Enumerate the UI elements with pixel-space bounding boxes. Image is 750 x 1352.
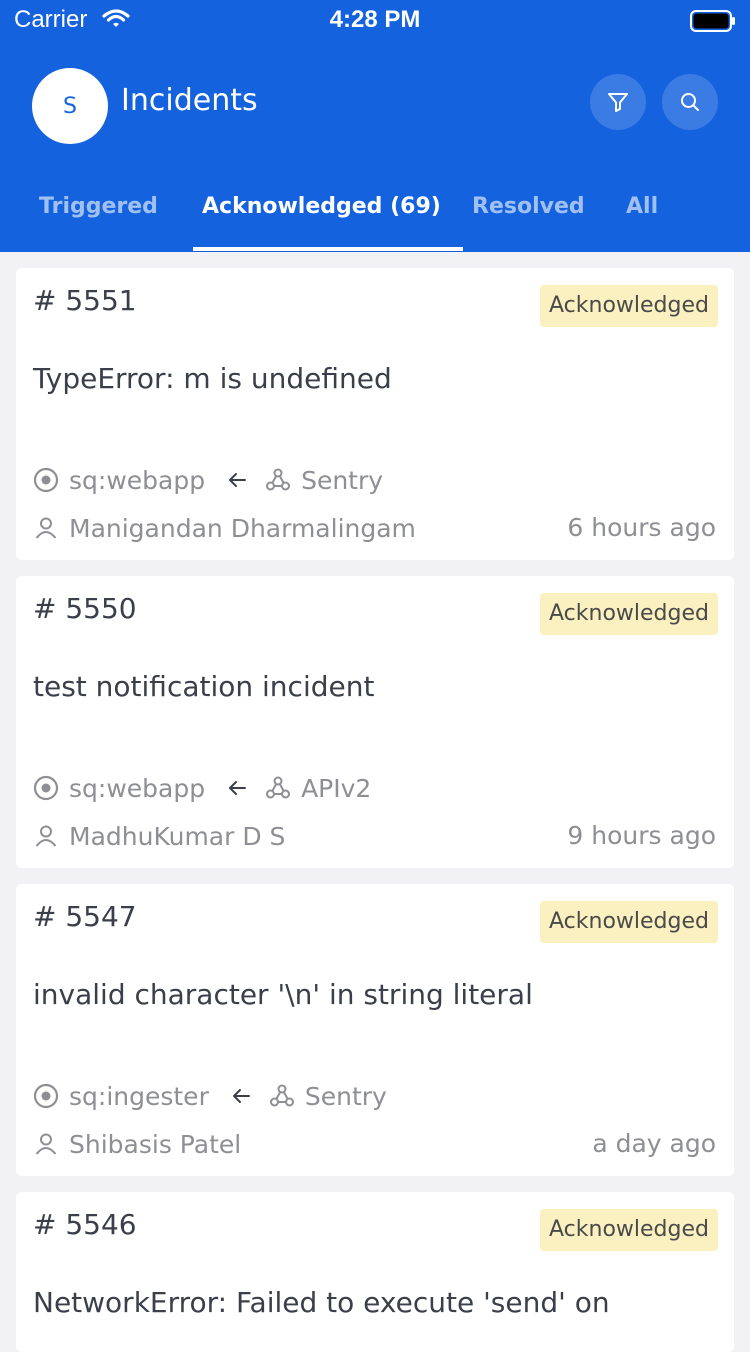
status-time: 4:28 PM bbox=[329, 6, 421, 33]
status-badge: Acknowledged bbox=[540, 593, 718, 635]
service-name: sq:ingester bbox=[69, 1081, 209, 1111]
tab-acknowledged[interactable]: Acknowledged (69) bbox=[202, 194, 441, 219]
arrow-left-icon bbox=[227, 472, 247, 488]
avatar-initial: S bbox=[63, 93, 77, 119]
user-icon bbox=[33, 823, 59, 849]
search-icon bbox=[678, 90, 702, 114]
assignee-name: MadhuKumar D S bbox=[69, 821, 286, 851]
incident-card[interactable]: # 5551 Acknowledged TypeError: m is unde… bbox=[16, 268, 734, 560]
status-badge: Acknowledged bbox=[540, 1209, 718, 1251]
arrow-left-icon bbox=[231, 1088, 251, 1104]
incident-time: 6 hours ago bbox=[567, 513, 716, 542]
incident-title: NetworkError: Failed to execute 'send' o… bbox=[33, 1286, 610, 1319]
incident-assignee: Shibasis Patel bbox=[33, 1126, 241, 1162]
tab-bar: Triggered Acknowledged (69) Resolved All bbox=[0, 188, 750, 252]
integration-icon bbox=[269, 1083, 295, 1109]
incident-source: sq:webapp Sentry bbox=[33, 462, 383, 498]
page-title: Incidents bbox=[121, 83, 258, 118]
search-button[interactable] bbox=[662, 74, 718, 130]
service-name: sq:webapp bbox=[69, 773, 206, 803]
incident-title: test notification incident bbox=[33, 670, 375, 703]
incident-number: # 5551 bbox=[33, 284, 137, 317]
integration-icon bbox=[265, 467, 291, 493]
assignee-name: Manigandan Dharmalingam bbox=[69, 513, 416, 543]
status-badge: Acknowledged bbox=[540, 901, 718, 943]
integration-icon bbox=[265, 775, 291, 801]
service-icon bbox=[33, 467, 59, 493]
incident-number: # 5550 bbox=[33, 592, 137, 625]
incident-assignee: MadhuKumar D S bbox=[33, 818, 285, 854]
filter-button[interactable] bbox=[590, 74, 646, 130]
incident-source: sq:ingester Sentry bbox=[33, 1078, 387, 1114]
incident-number: # 5547 bbox=[33, 900, 137, 933]
user-icon bbox=[33, 1131, 59, 1157]
incident-assignee: Manigandan Dharmalingam bbox=[33, 510, 416, 546]
incident-card[interactable]: # 5546 Acknowledged NetworkError: Failed… bbox=[16, 1192, 734, 1352]
service-name: sq:webapp bbox=[69, 465, 206, 495]
incident-title: TypeError: m is undefined bbox=[33, 362, 392, 395]
incident-number: # 5546 bbox=[33, 1208, 137, 1241]
incident-card[interactable]: # 5550 Acknowledged test notification in… bbox=[16, 576, 734, 868]
status-badge: Acknowledged bbox=[540, 285, 718, 327]
incident-source: sq:webapp APIv2 bbox=[33, 770, 371, 806]
service-icon bbox=[33, 1083, 59, 1109]
avatar[interactable]: S bbox=[32, 68, 108, 144]
tab-triggered[interactable]: Triggered bbox=[39, 194, 158, 219]
status-bar: Carrier 4:28 PM bbox=[0, 0, 750, 40]
active-tab-indicator bbox=[193, 247, 463, 251]
incident-time: 9 hours ago bbox=[567, 821, 716, 850]
app-header: Carrier 4:28 PM S Incidents Triggered Ac… bbox=[0, 0, 750, 252]
tab-all[interactable]: All bbox=[626, 194, 658, 219]
incident-title: invalid character '\n' in string literal bbox=[33, 978, 533, 1011]
integration-name: Sentry bbox=[304, 1081, 387, 1111]
assignee-name: Shibasis Patel bbox=[69, 1129, 242, 1159]
incident-time: a day ago bbox=[592, 1129, 716, 1158]
service-icon bbox=[33, 775, 59, 801]
user-icon bbox=[33, 515, 59, 541]
integration-name: APIv2 bbox=[301, 773, 372, 803]
integration-name: Sentry bbox=[301, 465, 384, 495]
filter-icon bbox=[606, 90, 630, 114]
tab-resolved[interactable]: Resolved bbox=[472, 194, 585, 219]
battery-icon bbox=[690, 10, 736, 37]
incident-card[interactable]: # 5547 Acknowledged invalid character '\… bbox=[16, 884, 734, 1176]
arrow-left-icon bbox=[227, 780, 247, 796]
